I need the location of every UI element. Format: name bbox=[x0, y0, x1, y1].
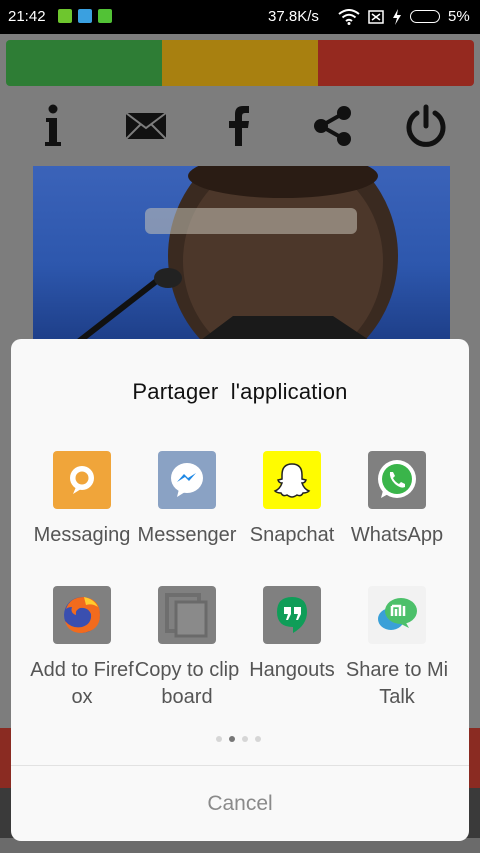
whatsapp-icon bbox=[368, 451, 426, 509]
page-dot-active bbox=[229, 736, 235, 742]
cancel-button[interactable]: Cancel bbox=[11, 766, 469, 841]
facebook-icon bbox=[229, 106, 249, 146]
power-button[interactable] bbox=[398, 98, 454, 154]
hangouts-icon bbox=[263, 586, 321, 644]
share-sheet-title: Partager l'application bbox=[132, 379, 348, 404]
notification-android-icon bbox=[98, 9, 112, 23]
share-button[interactable] bbox=[305, 98, 361, 154]
share-option-messaging[interactable]: Messaging bbox=[27, 451, 137, 549]
info-button[interactable] bbox=[25, 98, 81, 154]
page-dot bbox=[255, 736, 261, 742]
share-option-firefox[interactable]: Add to Firefox bbox=[27, 586, 137, 711]
charging-icon bbox=[393, 8, 401, 25]
share-option-label: Hangouts bbox=[249, 659, 335, 681]
color-bar-yellow bbox=[162, 40, 318, 86]
share-option-snapchat[interactable]: Snapchat bbox=[237, 451, 347, 549]
firefox-icon bbox=[53, 586, 111, 644]
mail-icon bbox=[125, 112, 167, 140]
network-speed: 37.8K/s bbox=[268, 8, 319, 25]
sim-icon bbox=[368, 9, 384, 24]
notification-play-icon bbox=[78, 9, 92, 23]
wifi-icon bbox=[338, 8, 360, 25]
share-option-label: Copy to clipboard bbox=[134, 659, 240, 708]
status-time: 21:42 bbox=[8, 8, 46, 25]
notification-icons bbox=[58, 9, 112, 23]
facebook-button[interactable] bbox=[211, 98, 267, 154]
share-option-label: Messaging bbox=[33, 524, 131, 546]
news-photo bbox=[33, 166, 450, 346]
info-icon bbox=[45, 104, 61, 146]
share-option-label: Snapchat bbox=[249, 524, 335, 546]
status-bar: 21:42 37.8K/s 5% bbox=[0, 0, 480, 34]
color-bar-red bbox=[318, 40, 474, 86]
power-icon bbox=[406, 104, 446, 147]
share-option-hangouts[interactable]: Hangouts bbox=[237, 586, 347, 684]
clipboard-icon bbox=[158, 586, 216, 644]
mi-talk-icon bbox=[368, 586, 426, 644]
share-option-label: Share to Mi Talk bbox=[345, 659, 449, 708]
share-sheet: Partager l'application Messaging Messeng… bbox=[11, 339, 469, 841]
share-option-messenger[interactable]: Messenger bbox=[132, 451, 242, 549]
battery-percent: 5% bbox=[448, 8, 470, 25]
share-icon bbox=[314, 106, 351, 146]
page-dot bbox=[242, 736, 248, 742]
page-indicator bbox=[216, 736, 261, 742]
status-right: 5% bbox=[338, 8, 470, 25]
notification-app-icon bbox=[58, 9, 72, 23]
share-option-label: Messenger bbox=[137, 524, 237, 546]
portrait-image bbox=[71, 166, 398, 346]
share-option-label: Add to Firefox bbox=[30, 659, 134, 708]
snapchat-icon bbox=[263, 451, 321, 509]
color-bar bbox=[6, 40, 474, 86]
email-button[interactable] bbox=[118, 98, 174, 154]
toolbar bbox=[0, 98, 480, 154]
messaging-icon bbox=[53, 451, 111, 509]
battery-icon bbox=[410, 10, 440, 23]
color-bar-green bbox=[6, 40, 162, 86]
share-option-label: WhatsApp bbox=[350, 524, 444, 546]
share-option-whatsapp[interactable]: WhatsApp bbox=[342, 451, 452, 549]
share-option-clipboard[interactable]: Copy to clipboard bbox=[132, 586, 242, 711]
page-dot bbox=[216, 736, 222, 742]
share-option-mi-talk[interactable]: Share to Mi Talk bbox=[342, 586, 452, 711]
messenger-icon bbox=[158, 451, 216, 509]
